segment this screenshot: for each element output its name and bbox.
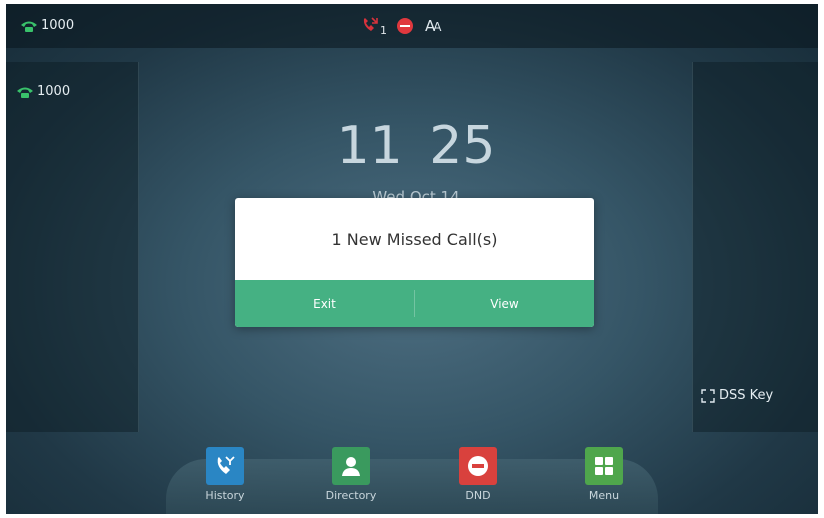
expand-icon xyxy=(701,388,715,403)
dnd-label: DND xyxy=(465,489,491,502)
line-key-1[interactable]: 1000 xyxy=(16,84,70,99)
missed-call-count: 1 xyxy=(380,24,387,37)
missed-call-dialog: 1 New Missed Call(s) Exit View xyxy=(235,198,594,327)
status-bar: 1000 1 AA xyxy=(6,4,818,48)
status-icons: 1 AA xyxy=(361,16,442,37)
line-key-panel: 1000 xyxy=(6,62,139,432)
view-button[interactable]: View xyxy=(415,280,594,327)
history-icon xyxy=(206,447,244,485)
history-softkey[interactable]: History xyxy=(190,447,260,502)
line-key-label: 1000 xyxy=(37,84,71,99)
font-size-icon[interactable]: AA xyxy=(425,17,442,35)
phone-screen: 1000 1 AA 1000 DSS Key 11 25 Wed Oct 14 … xyxy=(6,4,818,514)
dialog-buttons: Exit View xyxy=(235,280,594,327)
phone-icon xyxy=(17,87,33,98)
account-status[interactable]: 1000 xyxy=(20,18,74,33)
missed-call-icon xyxy=(363,17,378,31)
dialog-message: 1 New Missed Call(s) xyxy=(331,229,498,249)
history-label: History xyxy=(205,489,245,502)
menu-softkey[interactable]: Menu xyxy=(569,447,639,502)
directory-icon xyxy=(332,447,370,485)
menu-label: Menu xyxy=(588,489,620,502)
dss-key[interactable]: DSS Key xyxy=(701,388,773,403)
phone-icon xyxy=(21,21,37,32)
dnd-icon xyxy=(459,447,497,485)
clock-time: 11 25 xyxy=(336,116,496,176)
exit-button[interactable]: Exit xyxy=(235,280,414,327)
missed-call-indicator[interactable]: 1 xyxy=(361,16,387,37)
dnd-status-icon xyxy=(397,18,413,34)
directory-label: Directory xyxy=(325,489,377,502)
dss-key-panel: DSS Key xyxy=(692,62,818,432)
account-number: 1000 xyxy=(41,18,75,33)
menu-icon xyxy=(585,447,623,485)
dnd-softkey[interactable]: DND xyxy=(443,447,513,502)
directory-softkey[interactable]: Directory xyxy=(316,447,386,502)
dss-key-label: DSS Key xyxy=(719,388,774,403)
